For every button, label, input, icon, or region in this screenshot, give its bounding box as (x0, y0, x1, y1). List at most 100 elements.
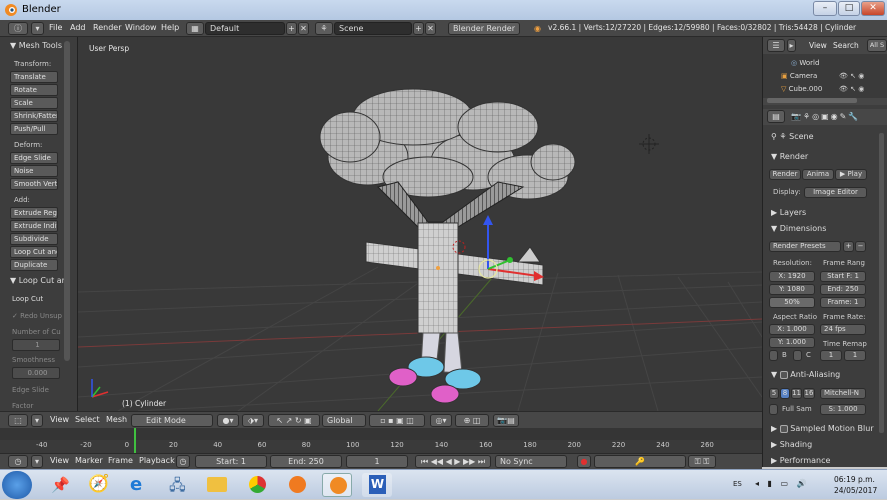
shrink-fatten-button[interactable]: Shrink/Fatten (10, 110, 58, 122)
aa-filter-select[interactable]: Mitchell-N (820, 388, 866, 399)
motion-blur-checkbox[interactable] (779, 424, 788, 433)
preview-range-icon[interactable]: ◷ (176, 455, 190, 468)
input-language[interactable]: ES (733, 480, 742, 488)
timeline-editor-type-icon[interactable]: ◷ (8, 455, 28, 468)
timeline-frame-menu[interactable]: Frame (108, 456, 133, 465)
resolution-x-field[interactable]: X: 1920 (769, 271, 815, 282)
edge-slide-button[interactable]: Edge Slide (10, 152, 58, 164)
push-pull-button[interactable]: Push/Pull (10, 123, 58, 135)
menu-add[interactable]: Add (70, 23, 86, 32)
noise-button[interactable]: Noise (10, 165, 58, 177)
scene-icon[interactable]: ⚘ (315, 22, 333, 35)
scale-button[interactable]: Scale (10, 97, 58, 109)
sync-mode-select[interactable]: No Sync (495, 455, 567, 468)
render-preview-buttons[interactable]: 📷▤ (493, 414, 519, 427)
timeline-playback-menu[interactable]: Playback (139, 456, 175, 465)
minimize-button[interactable]: – (813, 1, 837, 16)
render-presets-select[interactable]: Render Presets (769, 241, 841, 252)
outliner-menu-collapse-icon[interactable]: ▸ (787, 39, 796, 52)
aspect-x-field[interactable]: X: 1.000 (769, 324, 815, 335)
taskbar-ie-icon[interactable]: e (122, 473, 152, 497)
snap-toggle[interactable]: ⊕ ◫ (455, 414, 489, 427)
remove-layout-icon[interactable]: ✕ (298, 22, 309, 35)
timeline-marker-menu[interactable]: Marker (75, 456, 103, 465)
screen-layout-field[interactable]: Default (205, 22, 285, 35)
visibility-icons-2[interactable]: 👁 ↖ ◉ (839, 85, 864, 93)
outliner-item-camera[interactable]: ▣ Camera (781, 72, 817, 80)
add-scene-icon[interactable]: + (413, 22, 424, 35)
taskbar-network-icon[interactable]: 🖧 (162, 473, 192, 497)
operator-header[interactable]: ▼ Loop Cut an (10, 276, 67, 285)
frame-end-field[interactable]: End: 250 (820, 284, 866, 295)
outliner-scrollbar[interactable] (767, 98, 857, 103)
keying-set-field[interactable]: 🔑 (594, 455, 686, 468)
remove-scene-icon[interactable]: ✕ (425, 22, 436, 35)
anti-aliasing-checkbox[interactable] (779, 370, 788, 379)
aa-samples-5[interactable]: 5 (769, 388, 779, 399)
3d-viewport[interactable]: User Persp (1) Cylinder (78, 37, 762, 411)
display-select[interactable]: Image Editor (804, 187, 867, 198)
viewport-select-menu[interactable]: Select (75, 415, 100, 424)
menu-window[interactable]: Window (125, 23, 157, 32)
performance-panel-header[interactable]: ▶ Performance (771, 456, 830, 465)
translate-button[interactable]: Translate (10, 71, 58, 83)
outliner-filter-select[interactable]: All S (867, 39, 887, 52)
maximize-button[interactable]: □ (838, 1, 860, 16)
taskbar-word-icon[interactable]: W (362, 473, 392, 497)
playback-controls[interactable]: ⏮ ◀◀ ◀ ▶ ▶▶ ⏭ (415, 455, 491, 468)
tool-shelf-scrollbar[interactable] (64, 41, 70, 361)
taskbar-folder-icon[interactable] (202, 473, 232, 497)
frame-start-field[interactable]: Start F: 1 (820, 271, 866, 282)
taskbar-player-icon[interactable] (282, 473, 312, 497)
add-preset-icon[interactable]: + (843, 241, 854, 252)
smooth-vertex-button[interactable]: Smooth Vert (10, 178, 58, 190)
selection-mode-buttons[interactable]: ▫ ▪ ▣ ◫ (369, 414, 425, 427)
timeline-view-menu[interactable]: View (50, 456, 69, 465)
aa-samples-8[interactable]: 8 (780, 388, 790, 399)
aspect-y-field[interactable]: Y: 1.000 (769, 337, 815, 348)
visibility-icons[interactable]: 👁 ↖ ◉ (839, 72, 864, 80)
info-editor-type-icon[interactable]: ⓘ (8, 22, 28, 35)
layers-panel-header[interactable]: ▶ Layers (771, 208, 806, 217)
crop-checkbox[interactable] (793, 350, 802, 361)
transform-orientation-select[interactable]: Global (322, 414, 366, 427)
aa-samples-11[interactable]: 11 (791, 388, 802, 399)
clock-date[interactable]: 24/05/2017 (834, 486, 877, 495)
frame-rate-select[interactable]: 24 fps (820, 324, 866, 335)
resolution-percent-field[interactable]: 50% (769, 297, 815, 308)
screen-layout-icon[interactable]: ▦ (186, 22, 204, 35)
extrude-individual-button[interactable]: Extrude Indiv (10, 220, 58, 232)
duplicate-button[interactable]: Duplicate (10, 259, 58, 271)
taskbar-compass-icon[interactable]: 🧭 (82, 473, 112, 497)
menu-render[interactable]: Render (93, 23, 121, 32)
time-remap-new-field[interactable]: 1 (844, 350, 866, 361)
filter-size-field[interactable]: S: 1.000 (820, 404, 866, 415)
timeline-start-field[interactable]: Start: 1 (195, 455, 267, 468)
subdivide-button[interactable]: Subdivide (10, 233, 58, 245)
viewport-shading-select[interactable]: ●▾ (217, 414, 239, 427)
render-panel-header[interactable]: ▼ Render (771, 152, 808, 161)
close-button[interactable]: ✕ (861, 1, 885, 16)
start-button[interactable] (2, 471, 32, 499)
menu-help[interactable]: Help (161, 23, 179, 32)
render-image-button[interactable]: Render (769, 169, 801, 180)
pivot-point-select[interactable]: ⬗▾ (242, 414, 264, 427)
properties-type-icon[interactable]: ▤ (767, 110, 785, 123)
properties-scrollbar[interactable] (879, 133, 884, 433)
loop-cut-button[interactable]: Loop Cut and (10, 246, 58, 258)
motion-blur-panel-header[interactable]: ▶ Sampled Motion Blur (771, 424, 874, 433)
remove-preset-icon[interactable]: − (855, 241, 866, 252)
viewport-editor-type-icon[interactable]: ⬚ (8, 414, 28, 427)
menu-file[interactable]: File (49, 23, 62, 32)
time-remap-old-field[interactable]: 1 (820, 350, 842, 361)
number-of-cuts-field[interactable]: 1 (12, 339, 60, 351)
dimensions-panel-header[interactable]: ▼ Dimensions (771, 224, 826, 233)
frame-step-field[interactable]: Frame: 1 (820, 297, 866, 308)
proportional-edit-select[interactable]: ◎▾ (430, 414, 452, 427)
outliner-item-world[interactable]: ◎ World (791, 59, 819, 67)
smoothness-field[interactable]: 0.000 (12, 367, 60, 379)
extrude-region-button[interactable]: Extrude Regi (10, 207, 58, 219)
menu-collapse-icon[interactable]: ▾ (31, 22, 44, 35)
viewport-view-menu[interactable]: View (50, 415, 69, 424)
clock-time[interactable]: 06:19 p.m. (834, 475, 875, 484)
